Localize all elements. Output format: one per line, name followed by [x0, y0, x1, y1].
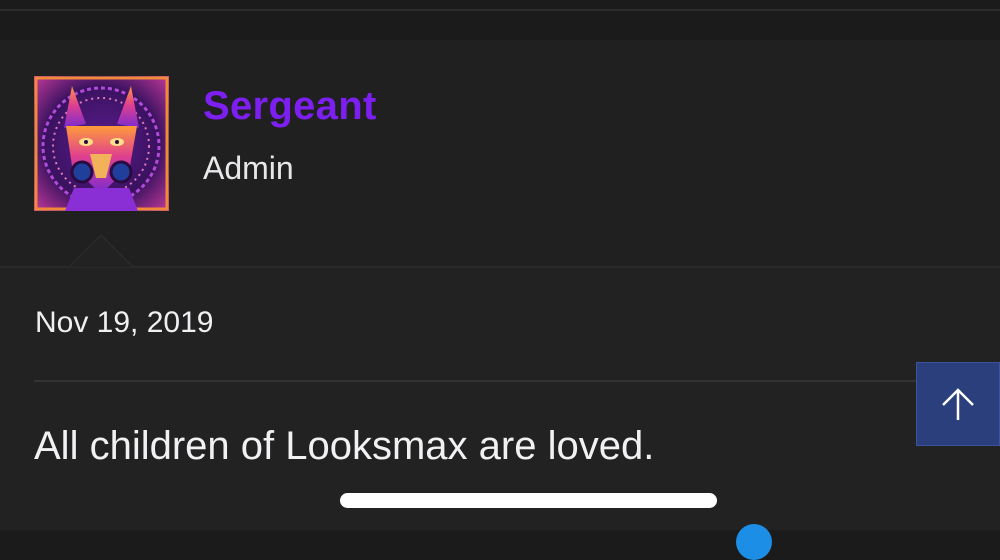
post-user-block: Sergeant Admin: [0, 40, 1000, 268]
top-strip: [0, 0, 1000, 40]
floating-action-dot[interactable]: [736, 524, 772, 560]
top-divider: [0, 9, 1000, 11]
post-date-link[interactable]: Nov 19, 2019: [35, 306, 213, 340]
home-indicator[interactable]: [340, 493, 717, 508]
scroll-to-top-button[interactable]: [916, 362, 1000, 446]
message-caret: [70, 236, 132, 267]
post-container: Sergeant Admin Nov 19, 2019 All children…: [0, 40, 1000, 530]
user-title: Admin: [203, 150, 294, 186]
wolf-avatar-icon: [34, 76, 169, 211]
post-message-text: All children of Looksmax are loved.: [34, 424, 655, 468]
post-divider: [34, 380, 1000, 382]
arrow-up-icon: [942, 388, 974, 420]
user-avatar[interactable]: [34, 76, 169, 211]
username-link[interactable]: Sergeant: [203, 84, 377, 129]
